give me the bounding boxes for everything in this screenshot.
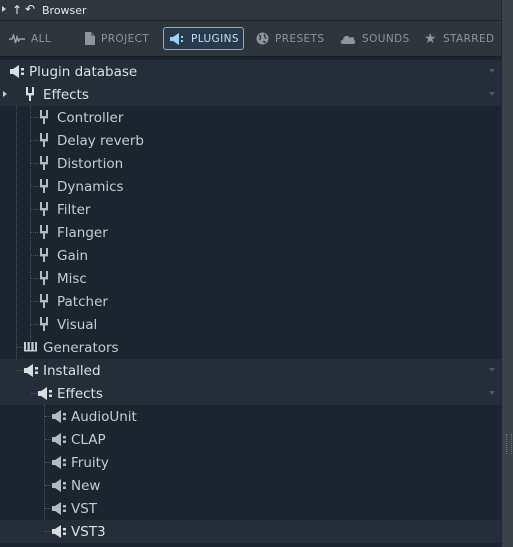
browser-titlebar: ↑ ↶ Browser: [0, 0, 501, 21]
tuning-fork-icon: [40, 202, 48, 216]
tab-sounds[interactable]: SOUNDS: [334, 27, 410, 50]
browser-tabbar: ALL PROJECT PLUGINS PRESETS SOUNDS ★ STA…: [0, 21, 501, 57]
tree-item-distortion[interactable]: Distortion: [0, 152, 501, 175]
document-icon: [84, 32, 95, 45]
plug-icon: [52, 479, 66, 492]
tuning-fork-icon: [40, 317, 48, 331]
tree-root-plugin-database[interactable]: Plugin database: [0, 60, 501, 83]
tree-item-clap[interactable]: CLAP: [0, 428, 501, 451]
star-icon: ★: [424, 30, 437, 47]
chevron-down-icon[interactable]: [489, 391, 495, 395]
tuning-fork-icon: [26, 87, 34, 101]
piano-keys-icon: [24, 342, 37, 353]
waveform-icon: [9, 33, 25, 44]
tree-item-audiounit[interactable]: AudioUnit: [0, 405, 501, 428]
tuning-fork-icon: [40, 156, 48, 170]
tree-item-visual[interactable]: Visual: [0, 313, 501, 336]
tuning-fork-icon: [40, 294, 48, 308]
tree-folder-effects[interactable]: Effects: [0, 83, 501, 106]
tree-folder-installed-effects[interactable]: Effects: [0, 382, 501, 405]
browser-scrollbar[interactable]: [501, 0, 513, 547]
globe-icon: [256, 32, 269, 45]
tree-item-delay-reverb[interactable]: Delay reverb: [0, 129, 501, 152]
tuning-fork-icon: [40, 133, 48, 147]
plug-icon: [52, 456, 66, 469]
plug-icon: [10, 65, 24, 78]
tree-item-gain[interactable]: Gain: [0, 244, 501, 267]
plug-icon: [38, 387, 52, 400]
plug-icon: [170, 32, 185, 45]
chevron-down-icon[interactable]: [489, 92, 495, 96]
tree-item-filter[interactable]: Filter: [0, 198, 501, 221]
tree-item-new[interactable]: New: [0, 474, 501, 497]
tuning-fork-icon: [40, 271, 48, 285]
tuning-fork-icon: [40, 225, 48, 239]
tree-item-dynamics[interactable]: Dynamics: [0, 175, 501, 198]
tree-item-vst[interactable]: VST: [0, 497, 501, 520]
browser-title: Browser: [42, 4, 87, 17]
tree-item-vst3[interactable]: VST3: [0, 520, 501, 543]
plug-icon: [52, 525, 66, 538]
resize-grip[interactable]: [506, 434, 512, 454]
plug-icon: [52, 502, 66, 515]
plug-icon: [24, 364, 38, 377]
tab-plugins[interactable]: PLUGINS: [163, 27, 244, 50]
plugin-tree: Plugin database Effects Controller Delay…: [0, 57, 501, 547]
tree-item-controller[interactable]: Controller: [0, 106, 501, 129]
tuning-fork-icon: [40, 110, 48, 124]
tuning-fork-icon: [40, 179, 48, 193]
tree-item-misc[interactable]: Misc: [0, 267, 501, 290]
collapse-arrow-icon[interactable]: [2, 6, 6, 12]
expand-arrow-icon[interactable]: [3, 91, 7, 97]
tree-folder-installed[interactable]: Installed: [0, 359, 501, 382]
up-arrow-icon[interactable]: ↑: [12, 3, 22, 17]
tab-presets[interactable]: PRESETS: [250, 27, 326, 50]
tree-item-fruity[interactable]: Fruity: [0, 451, 501, 474]
cloud-icon: [340, 34, 356, 44]
tab-project[interactable]: PROJECT: [78, 27, 158, 50]
tab-all[interactable]: ALL: [3, 27, 59, 50]
plug-icon: [52, 433, 66, 446]
tree-item-generators[interactable]: Generators: [0, 336, 501, 359]
tuning-fork-icon: [40, 248, 48, 262]
chevron-down-icon[interactable]: [489, 368, 495, 372]
tree-item-flanger[interactable]: Flanger: [0, 221, 501, 244]
chevron-down-icon[interactable]: [489, 69, 495, 73]
tab-starred[interactable]: ★ STARRED: [418, 27, 498, 50]
tree-item-patcher[interactable]: Patcher: [0, 290, 501, 313]
back-arrow-icon[interactable]: ↶: [25, 2, 35, 16]
plug-icon: [52, 410, 66, 423]
